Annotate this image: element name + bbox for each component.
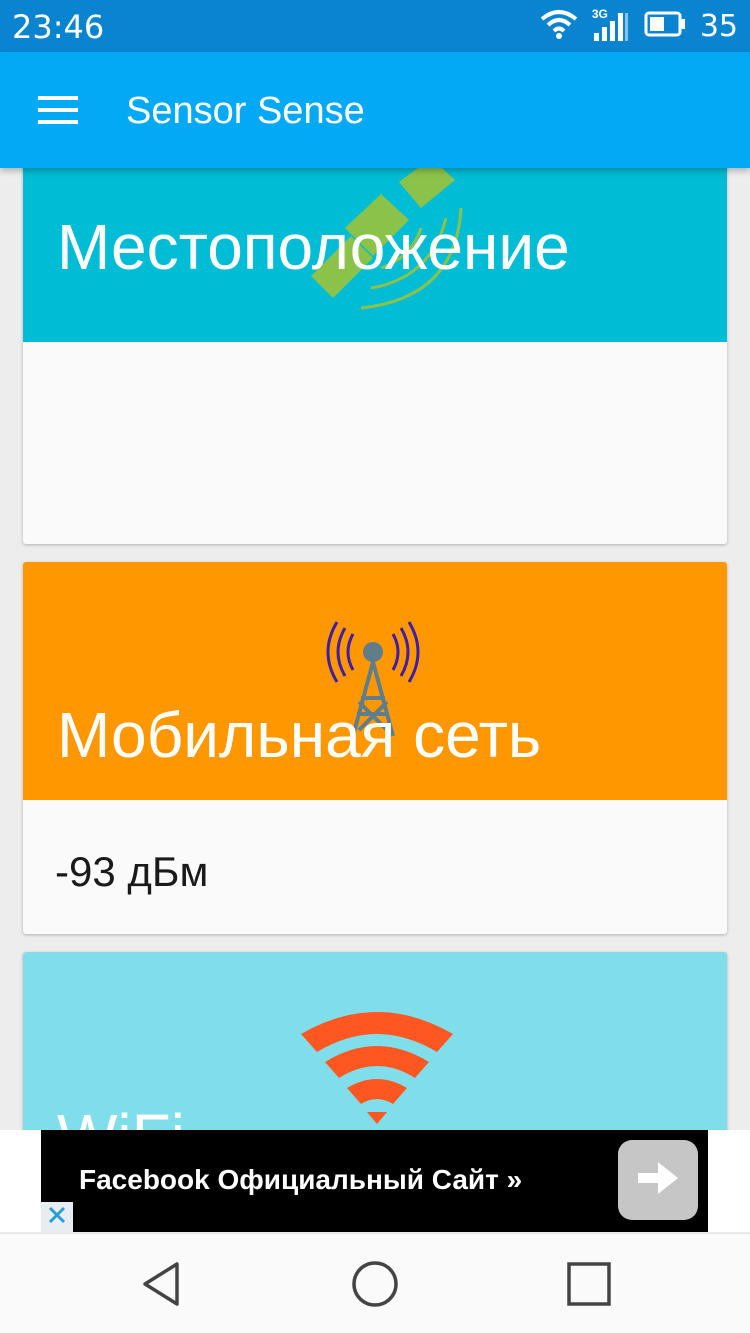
- location-card-header: Местоположение: [23, 168, 727, 342]
- mobile-network-card[interactable]: Мобильная сеть -93 дБм: [23, 562, 727, 934]
- home-button[interactable]: [347, 1258, 403, 1314]
- app-bar: Sensor Sense: [0, 52, 750, 168]
- navigation-bar: [0, 1233, 750, 1333]
- location-card[interactable]: Местоположение: [23, 168, 727, 544]
- back-icon: [139, 1260, 183, 1313]
- status-bar: 23:46 3G 35: [0, 0, 750, 52]
- wifi-card[interactable]: WiFi: [23, 952, 727, 1130]
- arrow-right-icon: [638, 1161, 678, 1199]
- status-time: 23:46: [12, 8, 105, 46]
- home-icon: [350, 1259, 400, 1314]
- location-card-title: Местоположение: [57, 211, 570, 283]
- mobile-network-card-value: -93 дБм: [55, 848, 209, 895]
- close-icon: [48, 1206, 66, 1229]
- recents-button[interactable]: [561, 1258, 617, 1314]
- wifi-card-title: WiFi: [57, 1100, 185, 1130]
- status-icons: 3G 35: [540, 6, 738, 46]
- back-button[interactable]: [133, 1258, 189, 1314]
- battery-icon: [644, 11, 686, 42]
- ad-close-button[interactable]: [41, 1202, 73, 1232]
- ad-text: Facebook Официальный Сайт »: [79, 1164, 523, 1195]
- ad-banner[interactable]: Facebook Официальный Сайт »: [41, 1130, 708, 1232]
- cell-signal-icon: 3G: [592, 7, 630, 43]
- app-title: Sensor Sense: [126, 90, 365, 132]
- recents-icon: [566, 1261, 612, 1312]
- wifi-card-header: WiFi: [23, 952, 727, 1130]
- wifi-signal-icon: [301, 1012, 453, 1124]
- sensor-card-list[interactable]: Местоположение Мобильная сеть -93 дБм: [0, 168, 750, 1130]
- battery-level: 35: [699, 8, 738, 44]
- mobile-network-card-header: Мобильная сеть: [23, 562, 727, 800]
- mobile-network-card-title: Мобильная сеть: [57, 699, 542, 771]
- wifi-icon: [540, 9, 578, 44]
- ad-arrow-button[interactable]: [618, 1140, 698, 1220]
- hamburger-menu-icon[interactable]: [26, 82, 90, 138]
